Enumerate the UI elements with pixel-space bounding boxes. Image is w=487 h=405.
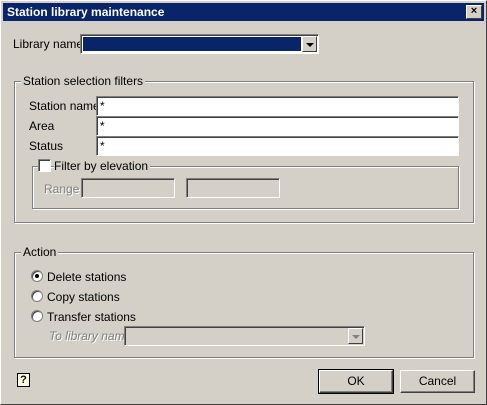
library-name-label: Library name <box>13 37 84 51</box>
station-name-label: Station name <box>29 99 100 113</box>
library-name-dropdown-button[interactable] <box>302 36 317 52</box>
filter-by-elevation-checkbox[interactable] <box>38 159 51 172</box>
copy-stations-radio[interactable] <box>31 290 43 302</box>
station-name-value: * <box>100 99 105 113</box>
to-library-name-combobox[interactable] <box>124 326 365 346</box>
help-icon[interactable]: ? <box>17 373 30 387</box>
status-label: Status <box>29 139 64 153</box>
close-button[interactable]: × <box>466 5 482 19</box>
cancel-button[interactable]: Cancel <box>400 370 475 393</box>
transfer-stations-label[interactable]: Transfer stations <box>47 310 136 324</box>
range-from-input[interactable] <box>81 178 175 198</box>
library-name-selection <box>83 37 301 51</box>
status-value: * <box>100 139 105 153</box>
filter-by-elevation-label[interactable]: Filter by elevation <box>54 159 151 173</box>
range-to-input[interactable] <box>186 178 280 198</box>
ok-button[interactable]: OK <box>318 369 394 394</box>
area-value: * <box>100 119 105 133</box>
action-legend: Action <box>21 245 59 259</box>
to-library-dropdown-button[interactable] <box>348 328 363 344</box>
copy-stations-label[interactable]: Copy stations <box>47 290 120 304</box>
area-input[interactable]: * <box>96 116 459 136</box>
to-library-name-label: To library name <box>49 329 132 343</box>
delete-stations-label[interactable]: Delete stations <box>47 270 126 284</box>
transfer-stations-radio[interactable] <box>31 310 43 322</box>
station-name-input[interactable]: * <box>96 96 459 116</box>
range-label: Range <box>44 182 80 196</box>
area-label: Area <box>29 119 55 133</box>
status-input[interactable]: * <box>96 136 459 156</box>
window-title: Station library maintenance <box>7 5 165 19</box>
library-name-combobox[interactable] <box>80 34 319 54</box>
delete-stations-radio[interactable] <box>31 270 43 282</box>
title-bar: Station library maintenance × <box>3 3 484 21</box>
dialog-window: Station library maintenance × Library na… <box>0 0 487 405</box>
filters-legend: Station selection filters <box>21 74 146 88</box>
